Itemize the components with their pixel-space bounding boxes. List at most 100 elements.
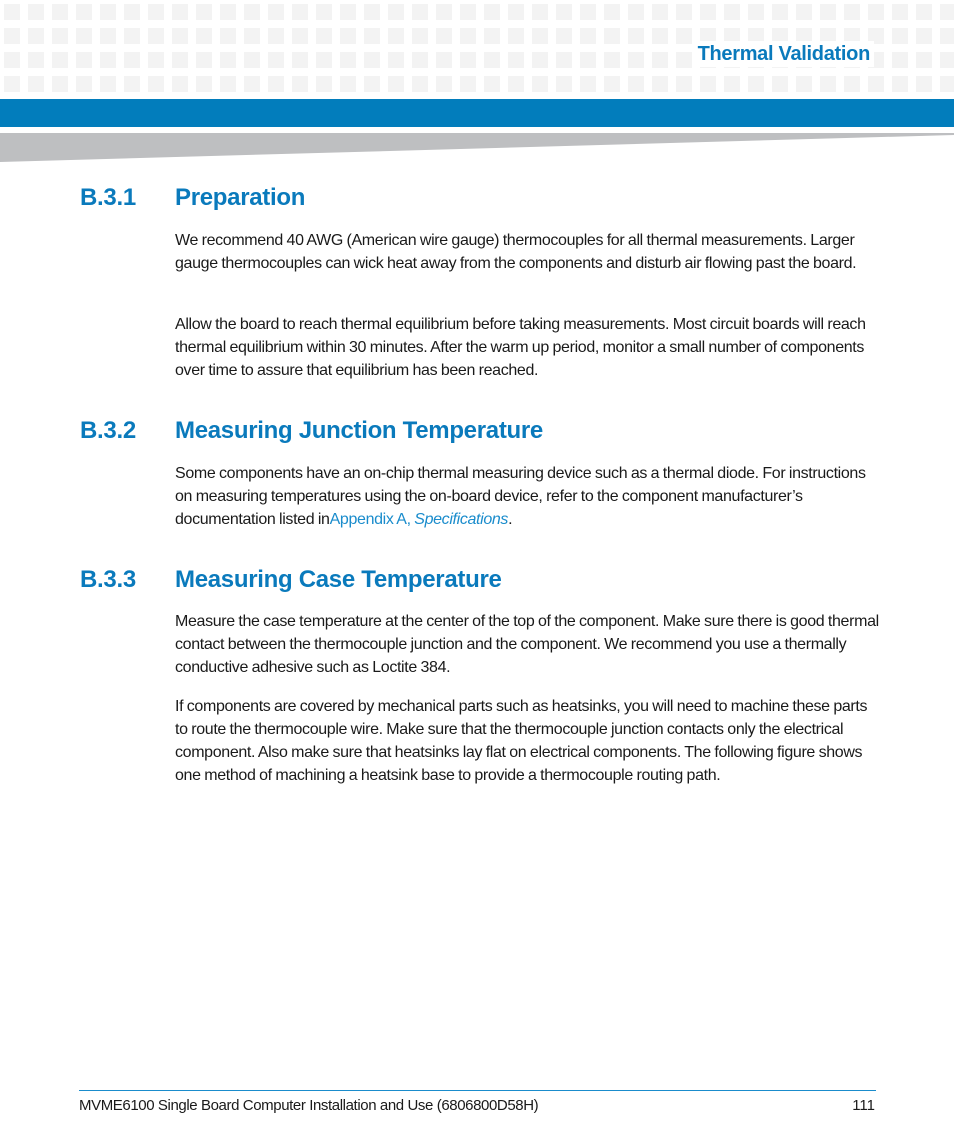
pattern-tile bbox=[52, 4, 68, 20]
pattern-tile bbox=[556, 28, 572, 44]
pattern-tile bbox=[244, 52, 260, 68]
pattern-tile bbox=[28, 28, 44, 44]
pattern-tile bbox=[628, 52, 644, 68]
pattern-tile bbox=[28, 76, 44, 92]
pattern-tile bbox=[148, 4, 164, 20]
gray-wedge-shape bbox=[0, 133, 954, 162]
pattern-tile bbox=[4, 4, 20, 20]
pattern-tile bbox=[868, 76, 884, 92]
pattern-tile bbox=[412, 76, 428, 92]
pattern-tile bbox=[460, 4, 476, 20]
pattern-tile bbox=[412, 4, 428, 20]
pattern-tile bbox=[436, 76, 452, 92]
pattern-tile bbox=[4, 28, 20, 44]
pattern-tile bbox=[652, 52, 668, 68]
pattern-tile bbox=[772, 76, 788, 92]
pattern-tile bbox=[244, 4, 260, 20]
section-number: B.3.2 bbox=[80, 417, 136, 444]
section-heading-case-temperature: B.3.3 Measuring Case Temperature bbox=[80, 565, 502, 595]
section-title: Preparation bbox=[175, 184, 306, 211]
paragraph: We recommend 40 AWG (American wire gauge… bbox=[175, 232, 857, 272]
pattern-tile bbox=[676, 52, 692, 68]
pattern-tile bbox=[652, 76, 668, 92]
paragraph: If components are covered by mechanical … bbox=[175, 698, 868, 784]
pattern-tile bbox=[532, 4, 548, 20]
pattern-tile bbox=[892, 52, 908, 68]
pattern-tile bbox=[940, 76, 954, 92]
pattern-tile bbox=[748, 4, 764, 20]
pattern-tile bbox=[76, 28, 92, 44]
pattern-tile bbox=[4, 76, 20, 92]
link-text: Appendix A, bbox=[329, 511, 415, 528]
pattern-tile bbox=[820, 4, 836, 20]
pattern-tile bbox=[220, 4, 236, 20]
pattern-tile bbox=[652, 28, 668, 44]
pattern-tile bbox=[628, 4, 644, 20]
pattern-tile bbox=[508, 52, 524, 68]
pattern-tile bbox=[892, 76, 908, 92]
pattern-tile bbox=[268, 28, 284, 44]
pattern-tile bbox=[412, 52, 428, 68]
pattern-tile bbox=[724, 76, 740, 92]
pattern-tile bbox=[940, 52, 954, 68]
pattern-tile bbox=[460, 76, 476, 92]
appendix-a-link[interactable]: Appendix A, Specifications bbox=[329, 511, 509, 528]
pattern-tile bbox=[196, 76, 212, 92]
pattern-tile bbox=[268, 4, 284, 20]
pattern-tile bbox=[556, 4, 572, 20]
pattern-tile bbox=[268, 76, 284, 92]
pattern-tile bbox=[100, 4, 116, 20]
pattern-tile bbox=[916, 52, 932, 68]
pattern-tile bbox=[220, 28, 236, 44]
pattern-tile bbox=[580, 52, 596, 68]
running-header-title: Thermal Validation bbox=[693, 41, 874, 67]
pattern-tile bbox=[340, 76, 356, 92]
pattern-tile bbox=[4, 52, 20, 68]
pattern-tile bbox=[484, 76, 500, 92]
pattern-tile bbox=[388, 28, 404, 44]
pattern-tile bbox=[916, 76, 932, 92]
pattern-tile bbox=[388, 76, 404, 92]
pattern-tile bbox=[340, 4, 356, 20]
pattern-tile bbox=[676, 76, 692, 92]
pattern-tile bbox=[508, 76, 524, 92]
pattern-tile bbox=[556, 52, 572, 68]
pattern-tile bbox=[148, 76, 164, 92]
footer-page-number: 111 bbox=[852, 1097, 875, 1114]
paragraph: Measure the case temperature at the cent… bbox=[175, 613, 879, 676]
pattern-tile bbox=[604, 28, 620, 44]
pattern-tile bbox=[580, 76, 596, 92]
pattern-tile bbox=[316, 52, 332, 68]
pattern-tile bbox=[52, 76, 68, 92]
pattern-tile bbox=[604, 52, 620, 68]
pattern-tile bbox=[628, 28, 644, 44]
pattern-tile bbox=[508, 4, 524, 20]
pattern-tile bbox=[868, 4, 884, 20]
pattern-tile bbox=[364, 76, 380, 92]
pattern-tile bbox=[172, 52, 188, 68]
pattern-tile bbox=[820, 76, 836, 92]
pattern-tile bbox=[340, 52, 356, 68]
pattern-tile bbox=[196, 28, 212, 44]
footer-rule bbox=[79, 1090, 876, 1091]
pattern-tile bbox=[292, 28, 308, 44]
pattern-tile bbox=[124, 76, 140, 92]
pattern-tile bbox=[364, 4, 380, 20]
footer-document-title: MVME6100 Single Board Computer Installat… bbox=[79, 1097, 539, 1114]
pattern-tile bbox=[772, 4, 788, 20]
pattern-tile bbox=[76, 52, 92, 68]
pattern-tile bbox=[412, 28, 428, 44]
pattern-tile bbox=[124, 28, 140, 44]
pattern-tile bbox=[172, 4, 188, 20]
pattern-tile bbox=[484, 52, 500, 68]
pattern-tile bbox=[604, 76, 620, 92]
pattern-tile bbox=[52, 52, 68, 68]
pattern-tile bbox=[76, 76, 92, 92]
pattern-tile bbox=[124, 52, 140, 68]
pattern-tile bbox=[652, 4, 668, 20]
section-title: Measuring Junction Temperature bbox=[175, 417, 543, 444]
pattern-tile bbox=[172, 76, 188, 92]
pattern-tile bbox=[76, 4, 92, 20]
pattern-tile bbox=[436, 28, 452, 44]
pattern-tile bbox=[748, 76, 764, 92]
